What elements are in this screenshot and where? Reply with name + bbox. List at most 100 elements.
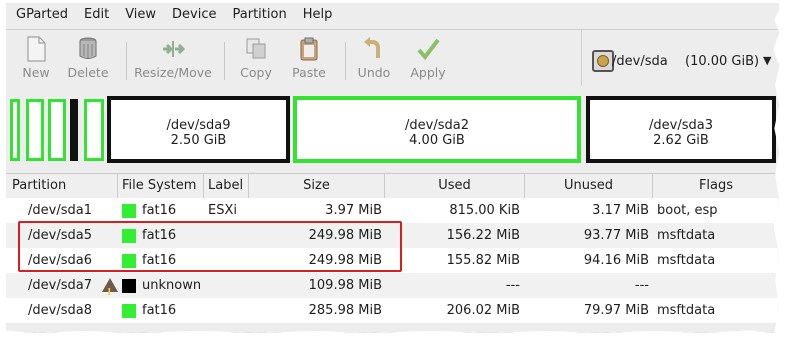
cell-flags: boot, esp <box>657 203 718 218</box>
cell-unused: --- <box>634 278 649 293</box>
toolbar-separator <box>126 42 127 80</box>
cell-unused: 3.17 MiB <box>592 203 649 218</box>
apply-button[interactable]: Apply <box>398 36 458 80</box>
delete-button[interactable]: Delete <box>58 36 118 80</box>
partition-block-size: 2.50 GiB <box>170 133 227 148</box>
copy-button[interactable]: Copy <box>226 36 286 80</box>
cell-filesystem: fat16 <box>142 303 177 318</box>
cell-size: 3.97 MiB <box>325 203 382 218</box>
menu-help[interactable]: Help <box>298 7 338 22</box>
partition-segment[interactable] <box>84 99 104 161</box>
partition-block-sda9[interactable]: /dev/sda9 2.50 GiB <box>107 96 290 163</box>
column-header-flags[interactable]: Flags <box>653 174 779 198</box>
filesystem-color-swatch <box>122 204 136 218</box>
cell-size: 285.98 MiB <box>308 303 382 318</box>
paste-button[interactable]: Paste <box>279 36 339 80</box>
filesystem-color-swatch <box>122 229 136 243</box>
cell-partition: /dev/sda8 <box>28 303 92 318</box>
partition-table-header: Partition File System Label Size Used Un… <box>6 173 779 199</box>
cell-filesystem: fat16 <box>142 228 177 243</box>
cell-label: ESXi <box>208 203 237 218</box>
menu-view[interactable]: View <box>120 7 161 22</box>
device-size: (10.00 GiB) <box>685 54 760 69</box>
chevron-down-icon: ▼ <box>763 54 772 67</box>
table-row[interactable]: /dev/sda6 fat16 249.98 MiB 155.82 MiB 94.16 … <box>6 248 779 273</box>
menu-device[interactable]: Device <box>167 7 221 22</box>
table-row[interactable]: /dev/sda7 unknown 109.98 MiB --- --- <box>6 273 779 305</box>
menu-gparted[interactable]: GParted <box>11 7 73 22</box>
resize-arrows-icon <box>161 36 186 62</box>
resize-move-button-label: Resize/Move <box>134 65 212 80</box>
undo-arrow-icon <box>362 36 386 62</box>
partition-block-name: /dev/sda2 <box>405 118 469 133</box>
delete-button-label: Delete <box>67 65 109 80</box>
cell-size: 249.98 MiB <box>308 253 382 268</box>
column-header-used[interactable]: Used <box>385 174 525 198</box>
cell-filesystem: unknown <box>142 278 202 293</box>
trash-icon <box>76 36 100 62</box>
cell-flags: msftdata <box>657 303 716 318</box>
table-row[interactable]: /dev/sda1 fat16 ESXi 3.97 MiB 815.00 KiB 3.17… <box>6 198 779 223</box>
cell-used: 155.82 MiB <box>446 253 520 268</box>
undo-button-label: Undo <box>357 65 391 80</box>
resize-move-button[interactable]: Resize/Move <box>132 36 214 80</box>
device-selector[interactable]: /dev/sda (10.00 GiB) ▼ <box>581 30 779 86</box>
toolbar: New Delete Resize/Move Copy Paste Undo A… <box>6 29 779 88</box>
new-button[interactable]: New <box>6 36 66 80</box>
cell-unused: 94.16 MiB <box>583 253 649 268</box>
table-row[interactable]: /dev/sda8 fat16 285.98 MiB 206.02 MiB 79.97 … <box>6 298 779 323</box>
cell-used: 156.22 MiB <box>446 228 520 243</box>
column-header-partition[interactable]: Partition <box>6 174 118 198</box>
menu-edit[interactable]: Edit <box>79 7 114 22</box>
cell-partition: /dev/sda7 <box>28 278 92 293</box>
column-header-unused[interactable]: Unused <box>525 174 653 198</box>
apply-button-label: Apply <box>410 65 446 80</box>
partition-block-sda3[interactable]: /dev/sda3 2.62 GiB <box>586 96 776 163</box>
cell-filesystem: fat16 <box>142 253 177 268</box>
partition-graph: /dev/sda9 2.50 GiB /dev/sda2 4.00 GiB /d… <box>6 93 779 165</box>
cell-size: 249.98 MiB <box>308 228 382 243</box>
device-name: /dev/sda <box>612 54 668 69</box>
copy-button-label: Copy <box>240 65 272 80</box>
menubar: GParted Edit View Device Partition Help <box>6 3 779 25</box>
column-header-filesystem[interactable]: File System <box>118 174 204 198</box>
new-document-icon <box>24 36 48 62</box>
menu-partition[interactable]: Partition <box>228 7 292 22</box>
cell-flags: msftdata <box>657 228 716 243</box>
table-row[interactable]: /dev/sda5 fat16 249.98 MiB 156.22 MiB 93.77 … <box>6 223 779 248</box>
column-header-size[interactable]: Size <box>249 174 385 198</box>
cell-filesystem: fat16 <box>142 203 177 218</box>
cell-flags: msftdata <box>657 253 716 268</box>
partition-block-sda2[interactable]: /dev/sda2 4.00 GiB <box>293 96 581 163</box>
partition-table: /dev/sda1 fat16 ESXi 3.97 MiB 815.00 KiB 3.17… <box>6 198 779 323</box>
warning-icon <box>102 278 118 305</box>
gparted-window: GParted Edit View Device Partition Help … <box>6 3 779 333</box>
undo-button[interactable]: Undo <box>344 36 404 80</box>
partition-segment[interactable] <box>70 99 78 161</box>
cell-size: 109.98 MiB <box>308 278 382 293</box>
cell-partition: /dev/sda1 <box>28 203 92 218</box>
filesystem-color-swatch <box>122 254 136 268</box>
checkmark-icon <box>416 36 440 62</box>
cell-unused: 93.77 MiB <box>583 228 649 243</box>
cell-partition: /dev/sda5 <box>28 228 92 243</box>
cell-used: 206.02 MiB <box>446 303 520 318</box>
partition-segment[interactable] <box>26 99 44 161</box>
toolbar-separator <box>224 42 225 80</box>
clipboard-icon <box>297 36 321 62</box>
cell-used: --- <box>505 278 520 293</box>
partition-block-name: /dev/sda3 <box>649 118 713 133</box>
partition-block-name: /dev/sda9 <box>166 118 231 133</box>
column-header-label[interactable]: Label <box>204 174 249 198</box>
filesystem-color-swatch <box>122 304 136 318</box>
copy-icon <box>244 36 268 62</box>
cell-unused: 79.97 MiB <box>583 303 649 318</box>
filesystem-color-swatch <box>122 279 136 293</box>
partition-block-size: 2.62 GiB <box>653 133 709 148</box>
cell-partition: /dev/sda6 <box>28 253 92 268</box>
partition-segment[interactable] <box>48 99 66 161</box>
paste-button-label: Paste <box>292 65 326 80</box>
partition-segment[interactable] <box>10 99 20 161</box>
partition-block-size: 4.00 GiB <box>409 133 465 148</box>
cell-used: 815.00 KiB <box>449 203 520 218</box>
